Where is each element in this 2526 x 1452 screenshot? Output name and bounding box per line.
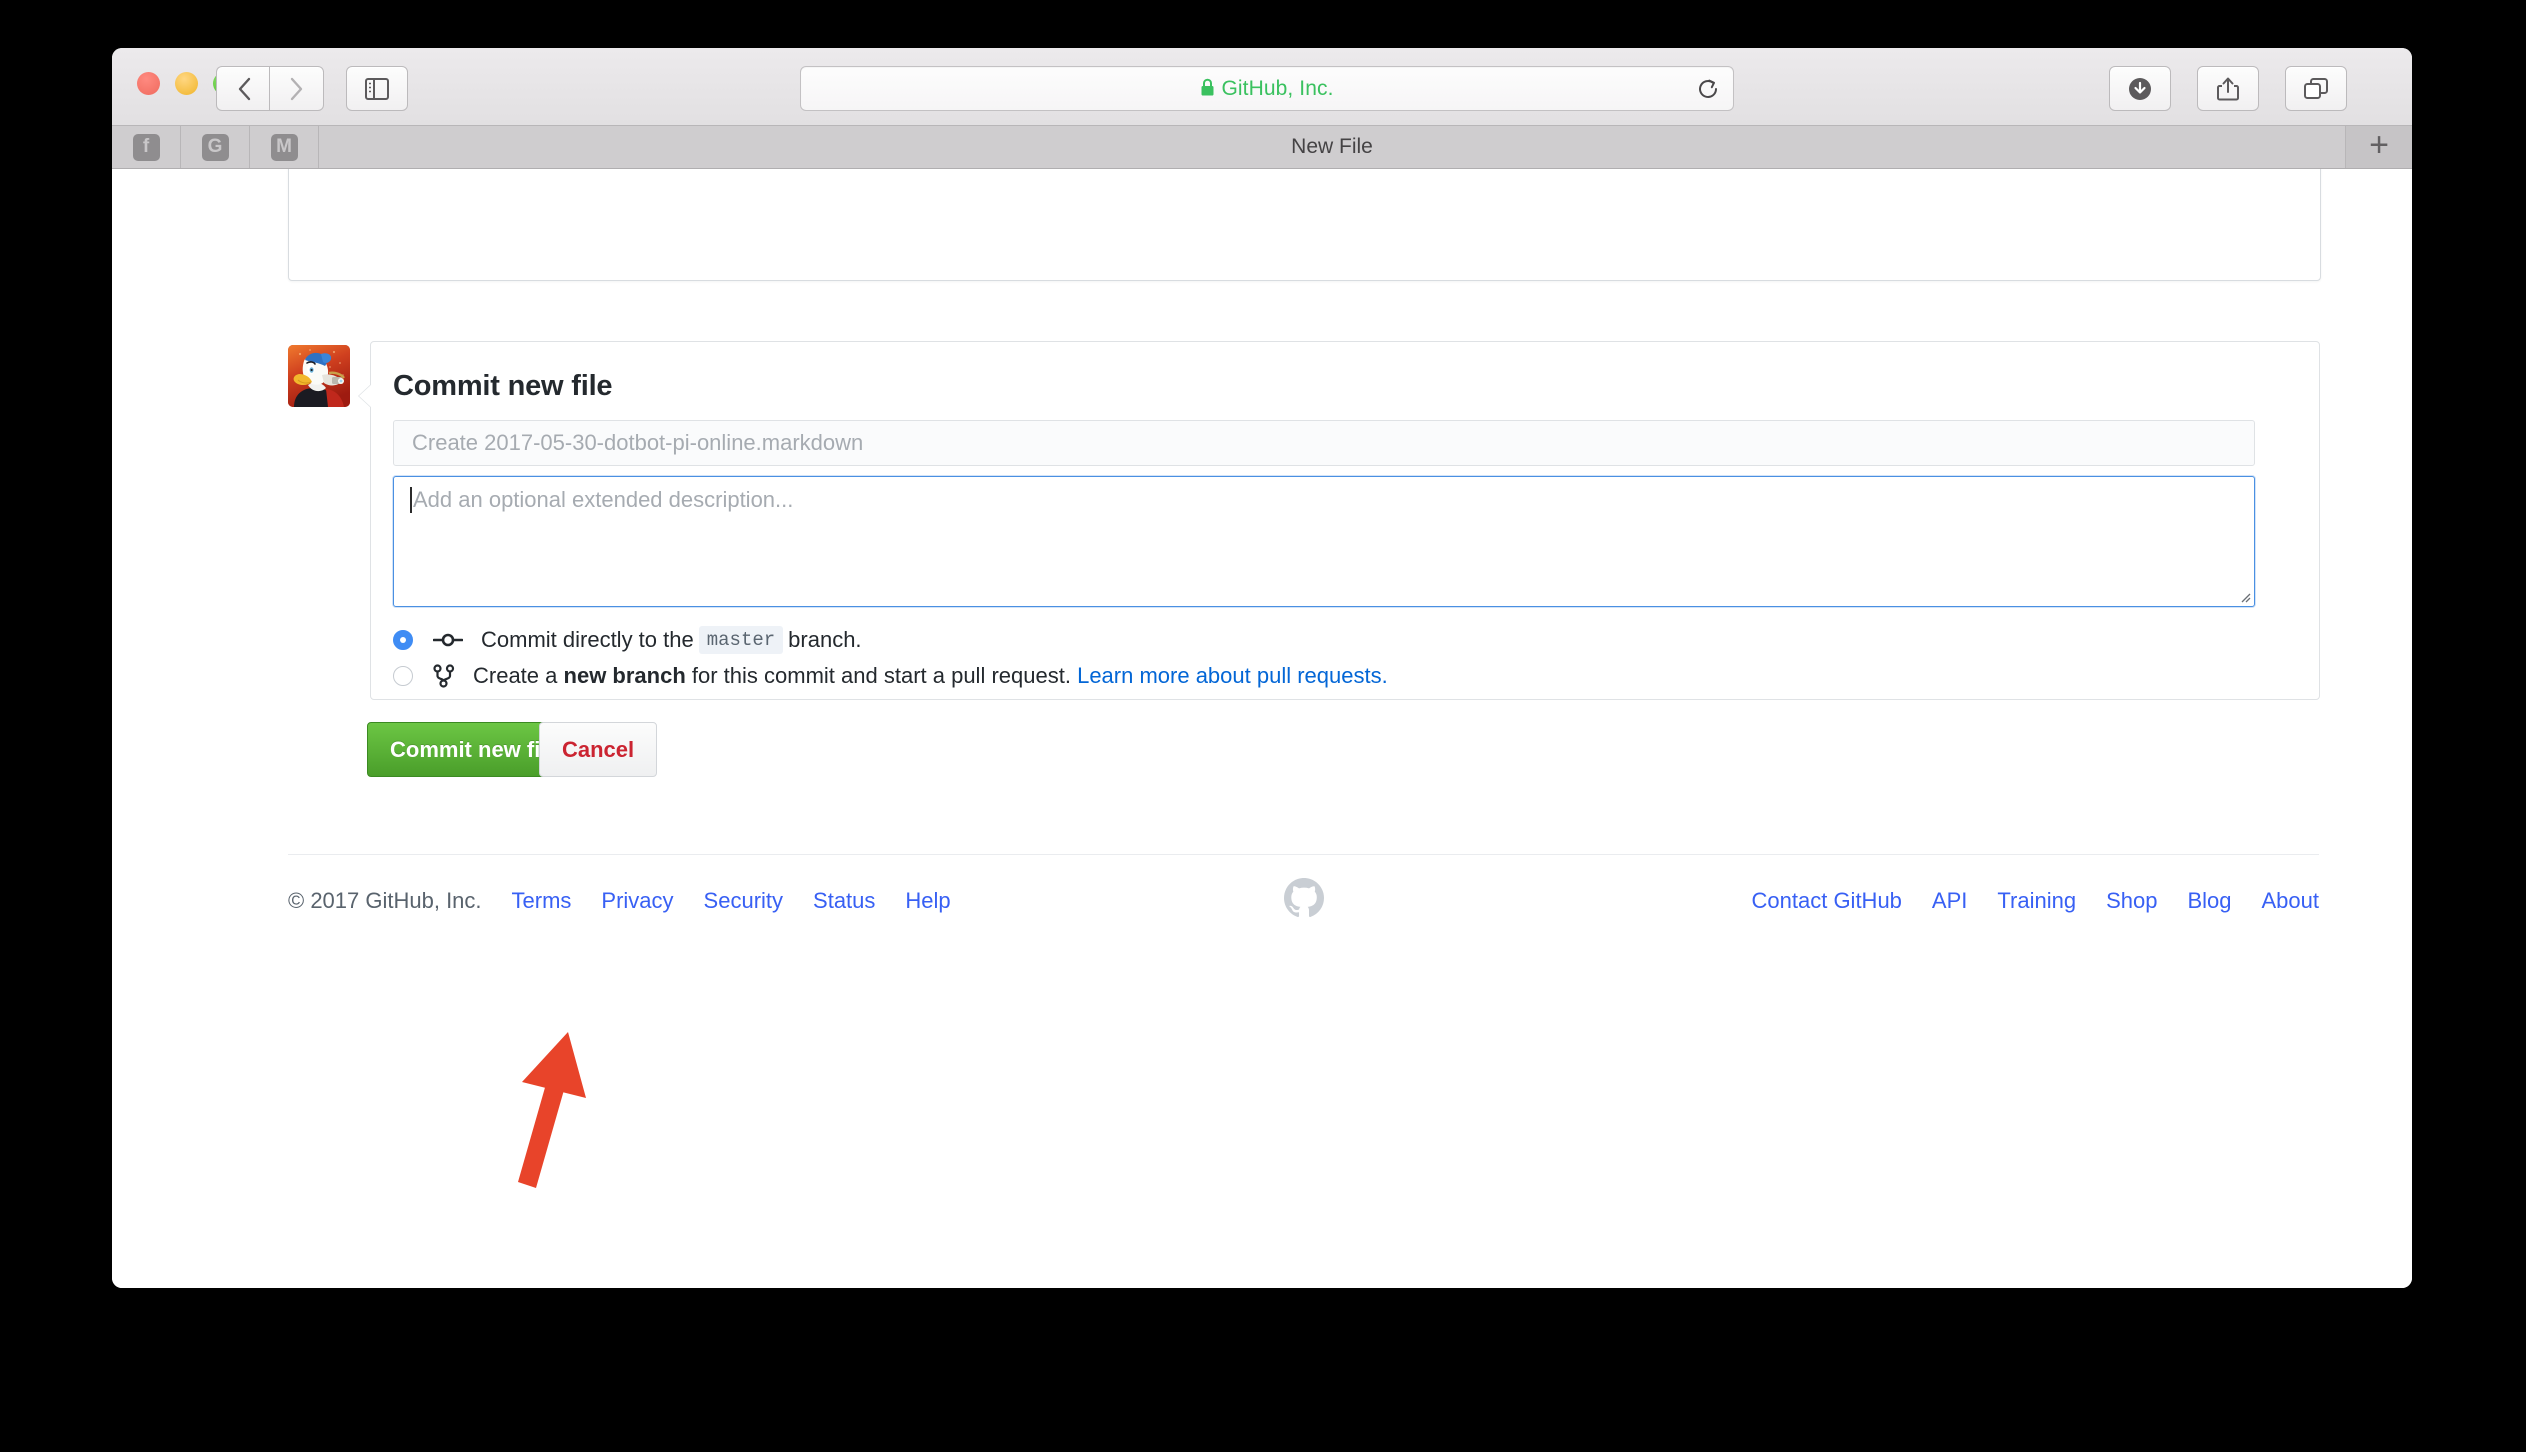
commit-summary-placeholder: Create 2017-05-30-dotbot-pi-online.markd… [412,430,864,455]
address-bar[interactable]: GitHub, Inc. [800,66,1734,111]
minimize-window-button[interactable] [175,72,198,95]
commit-directly-text-before: Commit directly to the [481,627,694,652]
cancel-button[interactable]: Cancel [539,722,658,777]
create-branch-option[interactable]: Create a new branch for this commit and … [393,663,1388,689]
footer-link-blog[interactable]: Blog [2187,888,2231,914]
create-branch-radio[interactable] [393,666,413,686]
create-branch-text-2: for this commit and start a pull request… [691,663,1071,688]
reload-button[interactable] [1695,76,1721,102]
commit-directly-radio[interactable] [393,630,413,650]
commit-directly-text-after: branch. [788,627,862,652]
sidebar-toggle-button[interactable] [346,66,408,111]
create-branch-bold: new branch [563,663,686,688]
card-beak-inner [359,384,372,408]
footer-link-help[interactable]: Help [905,888,950,914]
browser-window: GitHub, Inc. f G M New File + Commit new… [112,48,2412,1288]
footer-link-shop[interactable]: Shop [2106,888,2157,914]
pull-requests-learn-more-link[interactable]: Learn more about pull requests. [1077,663,1388,689]
footer-divider [288,854,2319,855]
back-button[interactable] [216,66,270,111]
tab-new-file[interactable]: New File [319,126,2345,168]
tab-bar: f G M New File + [112,126,2412,169]
commit-description-placeholder: Add an optional extended description... [413,487,794,512]
git-branch-icon [433,664,455,688]
page-content: Commit new file Create 2017-05-30-dotbot… [112,169,2412,1288]
new-tab-button[interactable]: + [2345,126,2412,168]
downloads-button[interactable] [2109,66,2171,111]
commit-new-file-card: Commit new file Create 2017-05-30-dotbot… [358,341,2320,700]
facebook-favicon: f [132,133,160,161]
footer-link-privacy[interactable]: Privacy [601,888,673,914]
github-mark-icon [1283,878,1324,924]
create-branch-text-1: Create a [473,663,558,688]
show-all-tabs-button[interactable] [2285,66,2347,111]
resize-grip-icon[interactable] [2237,589,2251,603]
share-button[interactable] [2197,66,2259,111]
commit-summary-input[interactable]: Create 2017-05-30-dotbot-pi-online.markd… [393,420,2255,466]
git-commit-icon [433,630,463,650]
google-favicon: G [201,133,229,161]
commit-directly-option[interactable]: Commit directly to the master branch. [393,626,862,654]
medium-favicon: M [270,133,298,161]
lock-icon [1201,78,1214,95]
text-caret [410,487,412,513]
tab-title: New File [1291,135,1373,158]
share-icon [2217,77,2239,100]
footer-left-links: © 2017 GitHub, Inc. Terms Privacy Securi… [288,888,981,914]
chevron-left-icon [238,77,250,100]
footer-right-links: Contact GitHub API Training Shop Blog Ab… [1722,888,2319,914]
url-text-wrap: GitHub, Inc. [1200,77,1333,101]
download-icon [2129,77,2151,100]
branch-name-badge: master [698,626,784,654]
avatar-image [288,345,350,407]
sidebar-toggle-icon [365,77,389,100]
pinned-tab-medium[interactable]: M [250,126,319,168]
pinned-tab-facebook[interactable]: f [112,126,181,168]
chevron-right-icon [290,77,302,100]
reload-icon [1699,79,1717,98]
commit-description-textarea[interactable]: Add an optional extended description... [393,476,2255,607]
footer-link-training[interactable]: Training [1997,888,2076,914]
close-window-button[interactable] [137,72,160,95]
browser-toolbar: GitHub, Inc. [112,48,2412,126]
footer-link-security[interactable]: Security [704,888,783,914]
footer-link-contact-github[interactable]: Contact GitHub [1752,888,1902,914]
pinned-tab-google[interactable]: G [181,126,250,168]
footer-link-api[interactable]: API [1932,888,1967,914]
file-editor-area[interactable] [288,169,2321,281]
url-label: GitHub, Inc. [1221,76,1334,100]
forward-button[interactable] [269,66,324,111]
footer-link-status[interactable]: Status [813,888,875,914]
site-footer: © 2017 GitHub, Inc. Terms Privacy Securi… [288,878,2319,924]
copyright-text: © 2017 GitHub, Inc. [288,888,482,913]
show-all-tabs-icon [2304,77,2328,99]
footer-link-about[interactable]: About [2262,888,2320,914]
footer-link-terms[interactable]: Terms [512,888,572,914]
user-avatar [288,345,350,407]
page-title: Commit new file [393,370,613,402]
